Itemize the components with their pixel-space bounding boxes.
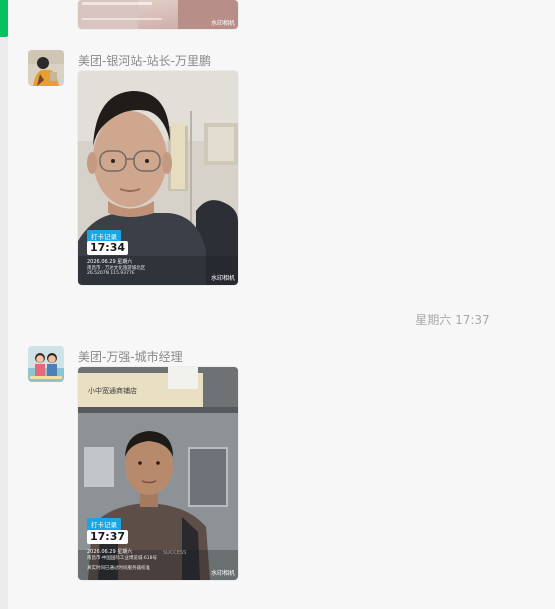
active-chat-indicator [0,0,8,37]
checkin-date: 2026.06.29 星期六 [87,549,133,555]
photo-message[interactable]: SUCCESS 小中宽通商铺店 打卡记录 17:37 2026.06.29 星期… [78,367,238,580]
left-rail [0,0,8,609]
checkin-time: 17:34 [87,241,129,255]
time-separator: 星期六 17:37 [415,313,490,327]
checkin-address: 南昌市·中国国际工业博览城·618号 [87,556,157,561]
avatar[interactable] [28,346,64,382]
avatar-image [28,50,64,86]
photo-watermark: 水印相机 [210,20,235,27]
checkin-label: 打卡记录 [87,518,121,530]
checkin-code: 26.5207N 115.9377E [87,271,135,276]
photo-message-top[interactable]: 水印相机 [78,0,238,29]
sender-name: 美团-万强-城市经理 [78,350,183,364]
photo-watermark: 水印相机 [210,275,235,282]
photo-message[interactable]: 打卡记录 17:34 2026.06.29 星期六 南昌市 · 万达文化旅游城北… [78,71,238,285]
checkin-time: 17:37 [87,530,129,544]
photo-watermark: 水印相机 [210,570,235,577]
checkin-date: 2026.06.29 星期六 [87,259,133,265]
avatar-image [28,346,64,382]
sender-name: 美团-银河站-站长-万里鹏 [78,54,211,68]
avatar[interactable] [28,50,64,86]
storefront-sign: 小中宽通商铺店 [88,387,137,395]
checkin-note: 真实时间已通过时间服务器校准 [87,566,150,571]
